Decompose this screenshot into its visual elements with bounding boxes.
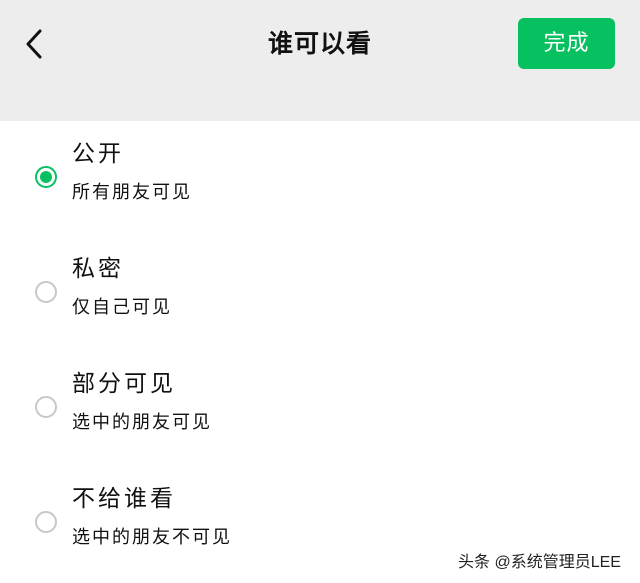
option-title: 私密 xyxy=(72,256,124,282)
option-subtitle: 仅自己可见 xyxy=(72,297,172,318)
option-public[interactable]: 公开 所有朋友可见 xyxy=(0,121,640,236)
top-bar: 谁可以看 完成 xyxy=(0,0,640,88)
option-subtitle: 选中的朋友可见 xyxy=(72,412,212,433)
option-subtitle: 所有朋友可见 xyxy=(72,182,192,203)
option-partial-visible[interactable]: 部分可见 选中的朋友可见 xyxy=(0,351,640,466)
option-title: 部分可见 xyxy=(72,371,176,397)
radio-unchecked-icon[interactable] xyxy=(35,511,57,533)
visibility-options-list: 公开 所有朋友可见 私密 仅自己可见 部分可见 选中的朋友可见 不给谁看 选中的… xyxy=(0,121,640,581)
option-title: 不给谁看 xyxy=(72,486,176,512)
radio-checked-icon[interactable] xyxy=(35,166,57,188)
done-button[interactable]: 完成 xyxy=(518,18,615,69)
section-spacer xyxy=(0,88,640,121)
radio-unchecked-icon[interactable] xyxy=(35,281,57,303)
option-subtitle: 选中的朋友不可见 xyxy=(72,527,232,548)
option-private[interactable]: 私密 仅自己可见 xyxy=(0,236,640,351)
radio-unchecked-icon[interactable] xyxy=(35,396,57,418)
option-title: 公开 xyxy=(72,141,124,167)
watermark: 头条 @系统管理员LEE xyxy=(458,554,621,571)
